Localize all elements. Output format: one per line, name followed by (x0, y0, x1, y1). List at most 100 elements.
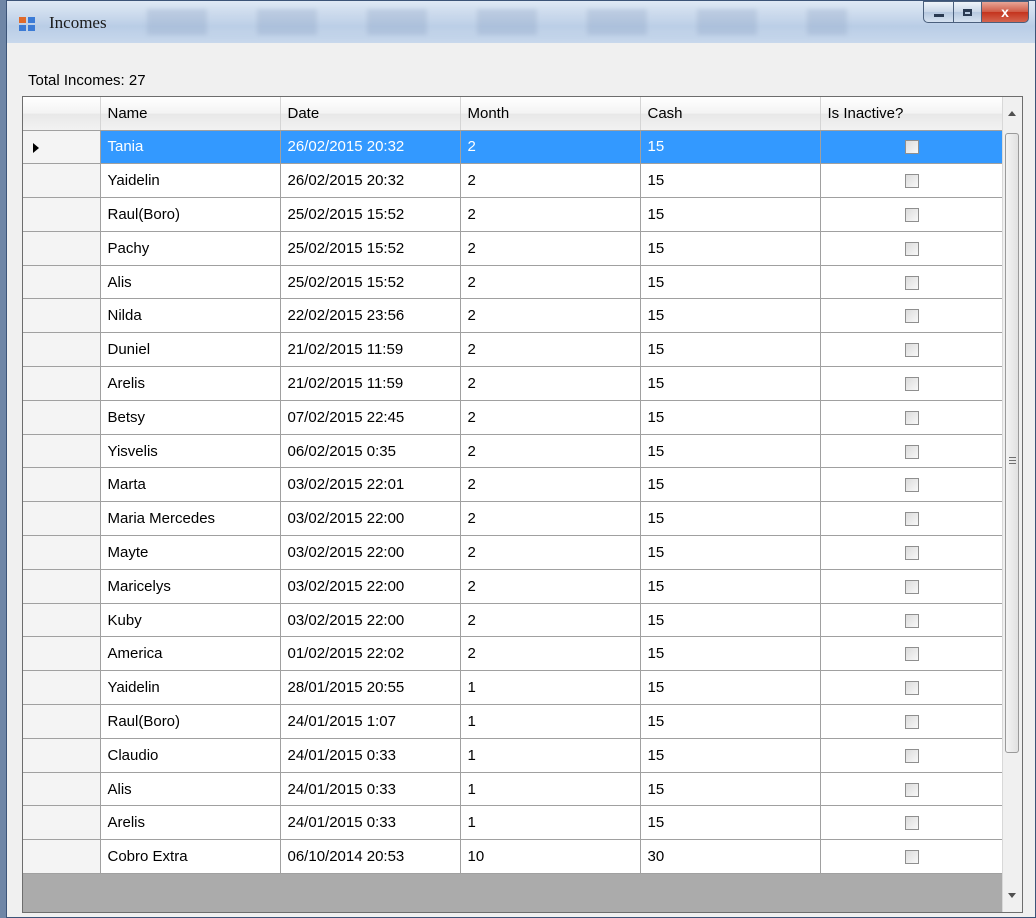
cell-month[interactable]: 1 (460, 670, 641, 706)
table-row[interactable]: Nilda 22/02/2015 23:56 2 15 (23, 298, 1005, 334)
row-header[interactable] (23, 839, 101, 875)
column-header-cash[interactable]: Cash (640, 97, 821, 131)
cell-month[interactable]: 2 (460, 535, 641, 570)
cell-cash[interactable]: 15 (640, 197, 821, 232)
row-header[interactable] (23, 738, 101, 773)
cell-name[interactable]: Nilda (100, 298, 281, 334)
cell-month[interactable]: 1 (460, 805, 641, 841)
cell-name[interactable]: Maria Mercedes (100, 501, 281, 537)
cell-date[interactable]: 26/02/2015 20:32 (280, 163, 461, 199)
is-inactive-checkbox[interactable] (905, 545, 919, 560)
cell-name[interactable]: Yaidelin (100, 670, 281, 706)
cell-month[interactable]: 1 (460, 772, 641, 807)
row-header[interactable] (23, 670, 101, 706)
row-header[interactable] (23, 231, 101, 266)
cell-month[interactable]: 1 (460, 704, 641, 739)
table-row[interactable]: America 01/02/2015 22:02 2 15 (23, 636, 1005, 672)
cell-name[interactable]: Arelis (100, 805, 281, 841)
table-row[interactable]: Marta 03/02/2015 22:01 2 15 (23, 467, 1005, 503)
cell-month[interactable]: 2 (460, 603, 641, 638)
is-inactive-checkbox[interactable] (905, 850, 919, 865)
cell-month[interactable]: 2 (460, 163, 641, 199)
table-row[interactable]: Raul(Boro) 24/01/2015 1:07 1 15 (23, 704, 1005, 739)
cell-month[interactable]: 2 (460, 467, 641, 503)
row-header[interactable] (23, 772, 101, 807)
table-row[interactable]: Cobro Extra 06/10/2014 20:53 10 30 (23, 839, 1005, 875)
is-inactive-checkbox[interactable] (905, 208, 919, 223)
table-row[interactable]: Duniel 21/02/2015 11:59 2 15 (23, 332, 1005, 368)
cell-date[interactable]: 03/02/2015 22:00 (280, 501, 461, 537)
cell-cash[interactable]: 15 (640, 298, 821, 334)
cell-name[interactable]: Alis (100, 265, 281, 300)
vertical-scrollbar[interactable] (1002, 97, 1022, 912)
cell-month[interactable]: 10 (460, 839, 641, 875)
table-row[interactable]: Raul(Boro) 25/02/2015 15:52 2 15 (23, 197, 1005, 232)
is-inactive-checkbox[interactable] (905, 478, 919, 493)
cell-cash[interactable]: 15 (640, 400, 821, 435)
cell-cash[interactable]: 15 (640, 434, 821, 469)
row-header[interactable] (23, 569, 101, 604)
row-header[interactable] (23, 603, 101, 638)
row-header[interactable] (23, 805, 101, 841)
scroll-down-arrow-icon[interactable] (1008, 893, 1016, 898)
cell-cash[interactable]: 15 (640, 467, 821, 503)
row-header[interactable] (23, 636, 101, 672)
row-header[interactable] (23, 163, 101, 199)
table-row[interactable]: Alis 24/01/2015 0:33 1 15 (23, 772, 1005, 807)
cell-month[interactable]: 2 (460, 636, 641, 672)
cell-cash[interactable]: 15 (640, 130, 821, 165)
minimize-button[interactable] (923, 1, 953, 23)
cell-cash[interactable]: 15 (640, 670, 821, 706)
cell-month[interactable]: 2 (460, 197, 641, 232)
cell-cash[interactable]: 15 (640, 332, 821, 368)
cell-date[interactable]: 01/02/2015 22:02 (280, 636, 461, 672)
row-header[interactable] (23, 535, 101, 570)
row-header[interactable] (23, 501, 101, 537)
cell-name[interactable]: Marta (100, 467, 281, 503)
cell-name[interactable]: America (100, 636, 281, 672)
row-header[interactable] (23, 265, 101, 300)
is-inactive-checkbox[interactable] (905, 579, 919, 594)
cell-cash[interactable]: 15 (640, 805, 821, 841)
cell-name[interactable]: Mayte (100, 535, 281, 570)
cell-name[interactable]: Cobro Extra (100, 839, 281, 875)
table-row[interactable]: Yisvelis 06/02/2015 0:35 2 15 (23, 434, 1005, 469)
is-inactive-checkbox[interactable] (905, 681, 919, 696)
incomes-grid[interactable]: Name Date Month Cash Is Inactive? Tania 2… (22, 96, 1023, 913)
cell-name[interactable]: Yaidelin (100, 163, 281, 199)
cell-date[interactable]: 06/02/2015 0:35 (280, 434, 461, 469)
is-inactive-checkbox[interactable] (905, 377, 919, 391)
cell-date[interactable]: 07/02/2015 22:45 (280, 400, 461, 435)
is-inactive-checkbox[interactable] (905, 275, 919, 290)
cell-cash[interactable]: 15 (640, 772, 821, 807)
cell-cash[interactable]: 15 (640, 636, 821, 672)
cell-date[interactable]: 28/01/2015 20:55 (280, 670, 461, 706)
table-row[interactable]: Yaidelin 28/01/2015 20:55 1 15 (23, 670, 1005, 706)
cell-date[interactable]: 21/02/2015 11:59 (280, 332, 461, 368)
is-inactive-checkbox[interactable] (905, 140, 919, 155)
row-header[interactable] (23, 366, 101, 401)
cell-name[interactable]: Betsy (100, 400, 281, 435)
row-header[interactable] (23, 400, 101, 435)
table-row[interactable]: Kuby 03/02/2015 22:00 2 15 (23, 603, 1005, 638)
table-row[interactable]: Maricelys 03/02/2015 22:00 2 15 (23, 569, 1005, 604)
cell-cash[interactable]: 15 (640, 738, 821, 773)
cell-date[interactable]: 25/02/2015 15:52 (280, 265, 461, 300)
cell-date[interactable]: 24/01/2015 0:33 (280, 738, 461, 773)
table-row[interactable]: Betsy 07/02/2015 22:45 2 15 (23, 400, 1005, 435)
cell-name[interactable]: Raul(Boro) (100, 197, 281, 232)
cell-month[interactable]: 2 (460, 265, 641, 300)
table-row[interactable]: Alis 25/02/2015 15:52 2 15 (23, 265, 1005, 300)
cell-date[interactable]: 03/02/2015 22:00 (280, 535, 461, 570)
title-bar[interactable]: Incomes x (7, 1, 1035, 43)
is-inactive-checkbox[interactable] (905, 816, 919, 831)
is-inactive-checkbox[interactable] (905, 512, 919, 527)
cell-cash[interactable]: 15 (640, 603, 821, 638)
cell-date[interactable]: 25/02/2015 15:52 (280, 231, 461, 266)
table-row[interactable]: Arelis 21/02/2015 11:59 2 15 (23, 366, 1005, 401)
column-header-name[interactable]: Name (100, 97, 281, 131)
cell-month[interactable]: 2 (460, 400, 641, 435)
cell-month[interactable]: 2 (460, 501, 641, 537)
cell-month[interactable]: 1 (460, 738, 641, 773)
cell-date[interactable]: 03/02/2015 22:01 (280, 467, 461, 503)
